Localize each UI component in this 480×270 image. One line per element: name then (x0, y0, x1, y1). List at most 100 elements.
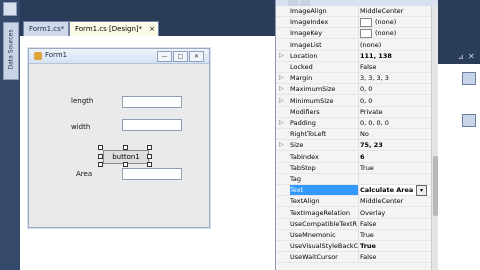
property-name[interactable]: UseMnemonic (290, 230, 359, 240)
expand-icon[interactable]: ▷ (279, 118, 287, 128)
close-icon[interactable]: ✕ (468, 52, 475, 61)
expand-icon[interactable]: ▷ (279, 84, 287, 94)
property-name[interactable]: Size (290, 140, 359, 151)
property-name[interactable]: Tag (290, 174, 359, 184)
property-value[interactable]: 0, 0, 0, 0 (360, 118, 430, 128)
property-name[interactable]: RightToLeft (290, 129, 359, 140)
property-value[interactable]: 6 (360, 152, 430, 162)
property-row[interactable]: ImageAlign MiddleCenter (276, 6, 431, 17)
resize-handle[interactable] (98, 162, 103, 167)
form-title-bar[interactable]: Form1 — □ ✕ (29, 49, 209, 64)
property-name[interactable]: ImageAlign (290, 6, 359, 16)
close-icon[interactable]: × (149, 22, 155, 37)
property-value[interactable]: False (360, 219, 430, 229)
resize-handle[interactable] (147, 154, 152, 159)
property-value[interactable] (360, 174, 430, 184)
property-name[interactable]: ImageList (290, 39, 359, 50)
property-value[interactable]: 75, 23 (360, 140, 430, 150)
property-row[interactable]: ▷ MaximumSize 0, 0 (276, 84, 431, 96)
property-row[interactable]: ImageKey (none) (276, 28, 431, 40)
property-name[interactable]: TextImageRelation (290, 207, 359, 218)
property-row[interactable]: Tag (276, 174, 431, 185)
property-row[interactable]: TabStop True (276, 162, 431, 174)
maximize-button[interactable]: □ (173, 51, 188, 62)
resize-handle[interactable] (98, 145, 103, 150)
property-row[interactable]: UseVisualStyleBackC True (276, 241, 431, 253)
property-value[interactable]: (none) (360, 40, 430, 50)
property-value[interactable]: MiddleCenter (360, 196, 430, 206)
dropdown-arrow-icon[interactable]: ▾ (416, 185, 427, 197)
property-name[interactable]: TabStop (290, 162, 359, 173)
property-name[interactable]: Modifiers (290, 106, 359, 117)
property-row[interactable]: TabIndex 6 (276, 151, 431, 163)
property-name[interactable]: Margin (290, 73, 359, 84)
property-row[interactable]: RightToLeft No (276, 129, 431, 141)
property-name[interactable]: Padding (290, 118, 359, 128)
property-value[interactable]: No (360, 129, 430, 139)
resize-handle[interactable] (98, 154, 103, 159)
property-value[interactable]: 0, 0 (360, 84, 430, 94)
expand-icon[interactable]: ▷ (279, 51, 287, 61)
property-value[interactable]: False (360, 62, 430, 72)
area-textbox[interactable] (122, 168, 182, 180)
width-label[interactable]: width (71, 123, 90, 131)
property-row[interactable]: Locked False (276, 62, 431, 73)
property-row[interactable]: ImageIndex (none) (276, 17, 431, 29)
property-row[interactable]: ▷ Padding 0, 0, 0, 0 (276, 118, 431, 129)
property-value[interactable]: (none) (360, 28, 430, 38)
property-name[interactable]: ImageKey (290, 28, 359, 39)
property-row[interactable]: ▷ Margin 3, 3, 3, 3 (276, 73, 431, 85)
property-row[interactable]: UseWaitCursor False (276, 252, 431, 264)
property-row[interactable]: Text Calculate Area ▾ (276, 185, 431, 197)
toolbox-icon[interactable] (3, 2, 17, 16)
pin-icon[interactable]: ⊿ (458, 53, 465, 61)
file-icon[interactable] (462, 114, 476, 127)
designer-form[interactable]: Form1 — □ ✕ length width button1 Area (28, 48, 210, 228)
data-sources-tab[interactable]: Data Sources (3, 22, 19, 80)
property-row[interactable]: UseMnemonic True (276, 230, 431, 241)
property-value[interactable]: True (360, 230, 430, 240)
property-value[interactable]: 111, 138 (360, 51, 430, 61)
property-row[interactable]: TextImageRelation Overlay (276, 207, 431, 219)
property-row[interactable]: ▷ Location 111, 138 (276, 50, 431, 62)
property-value[interactable]: True (360, 163, 430, 173)
resize-handle[interactable] (123, 162, 128, 167)
property-name[interactable]: TextAlign (290, 196, 359, 207)
folder-icon[interactable] (462, 72, 476, 85)
property-row[interactable]: ImageList (none) (276, 39, 431, 51)
property-name[interactable]: Text (290, 185, 359, 196)
expand-icon[interactable]: ▷ (279, 140, 287, 150)
property-name[interactable]: UseWaitCursor (290, 252, 359, 263)
resize-handle[interactable] (123, 145, 128, 150)
property-value[interactable]: Private (360, 107, 430, 117)
length-textbox[interactable] (122, 96, 182, 108)
tab-form1-code[interactable]: Form1.cs* (23, 21, 69, 37)
area-label[interactable]: Area (76, 170, 92, 178)
property-value[interactable]: Overlay (360, 208, 430, 218)
property-row[interactable]: UseCompatibleTextR False (276, 218, 431, 230)
property-row[interactable]: Modifiers Private (276, 106, 431, 118)
property-row[interactable]: ▷ MinimumSize 0, 0 (276, 95, 431, 107)
property-value[interactable]: 0, 0 (360, 96, 430, 106)
property-name[interactable]: TabIndex (290, 151, 359, 162)
property-value[interactable]: MiddleCenter (360, 6, 430, 16)
property-value[interactable]: True (360, 241, 430, 251)
expand-icon[interactable]: ▷ (279, 73, 287, 83)
property-name[interactable]: ImageIndex (290, 17, 359, 28)
tab-form1-design[interactable]: Form1.cs [Design]* × (69, 21, 159, 37)
property-name[interactable]: MinimumSize (290, 95, 359, 106)
property-name[interactable]: Locked (290, 62, 359, 72)
property-row[interactable]: ▷ Size 75, 23 (276, 140, 431, 152)
property-name[interactable]: Location (290, 50, 359, 61)
length-label[interactable]: length (71, 97, 93, 105)
resize-handle[interactable] (147, 145, 152, 150)
width-textbox[interactable] (122, 119, 182, 131)
property-value[interactable]: 3, 3, 3, 3 (360, 73, 430, 83)
property-value[interactable]: (none) (360, 17, 430, 27)
property-row[interactable]: TextAlign MiddleCenter (276, 196, 431, 208)
property-name[interactable]: UseCompatibleTextR (290, 218, 359, 229)
close-button[interactable]: ✕ (189, 51, 204, 62)
resize-handle[interactable] (147, 162, 152, 167)
property-name[interactable]: UseVisualStyleBackC (290, 241, 359, 252)
property-value[interactable]: False (360, 252, 430, 262)
